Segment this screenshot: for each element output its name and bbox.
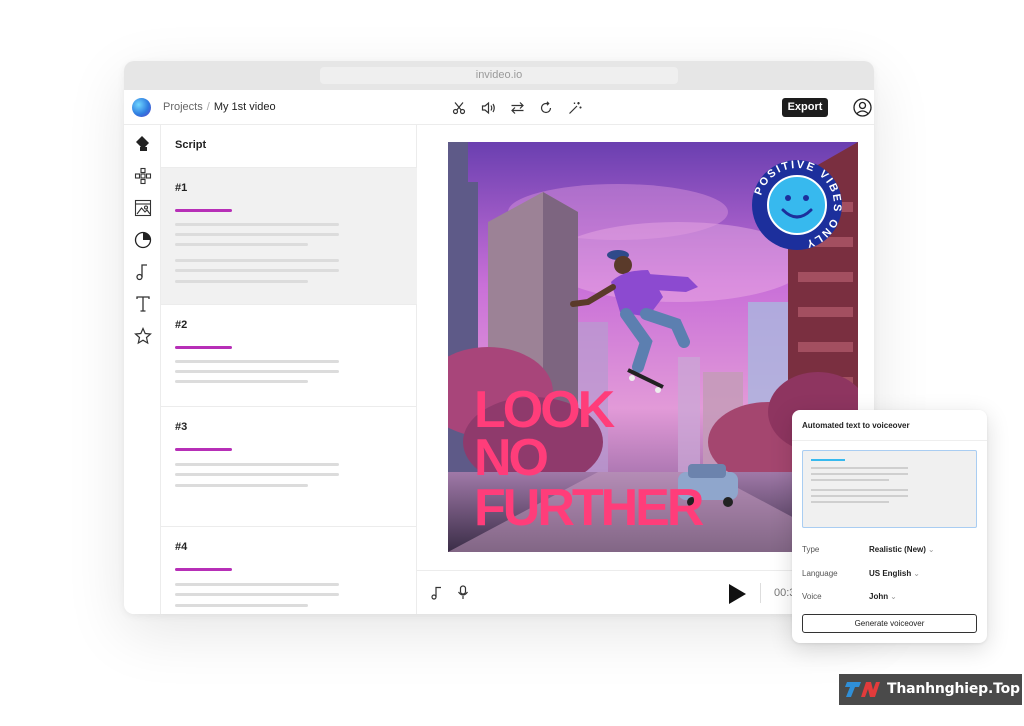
user-icon[interactable] xyxy=(853,98,872,117)
divider xyxy=(760,583,761,603)
speaker-icon[interactable] xyxy=(479,99,497,117)
text-line xyxy=(175,370,339,373)
text-line xyxy=(175,463,339,466)
shapes-icon[interactable] xyxy=(134,167,152,185)
generate-voiceover-button[interactable]: Generate voiceover xyxy=(802,614,977,633)
scene-accent-bar xyxy=(175,209,232,212)
app-header: Projects / My 1st video Export xyxy=(124,90,874,125)
music-icon[interactable] xyxy=(431,586,443,605)
scene-card-2[interactable]: #2 xyxy=(161,304,417,406)
watermark-logo xyxy=(843,679,881,700)
divider xyxy=(792,440,987,441)
chevron-down-icon: ⌄ xyxy=(890,592,897,601)
export-button[interactable]: Export xyxy=(782,98,828,117)
text-line xyxy=(175,269,339,272)
script-panel: Script #1 #2 #3 #4 xyxy=(161,125,417,614)
text-line xyxy=(175,484,308,487)
text-line xyxy=(175,380,308,383)
app-window: invideo.io Projects / My 1st video Export xyxy=(124,61,874,614)
tool-rail xyxy=(124,125,161,614)
scene-card-1[interactable]: #1 xyxy=(161,167,417,304)
media-icon[interactable] xyxy=(134,199,152,217)
text-line xyxy=(175,360,339,363)
scene-card-4[interactable]: #4 xyxy=(161,526,417,614)
watermark: Thanhnghiep.Top xyxy=(839,674,1022,705)
scene-number: #4 xyxy=(175,541,188,553)
language-value: US English xyxy=(869,569,912,578)
scene-accent-bar xyxy=(175,448,232,451)
invideo-logo[interactable] xyxy=(132,98,151,117)
text-line xyxy=(175,280,308,283)
language-select[interactable]: US English ⌄ xyxy=(869,569,920,578)
chevron-down-icon: ⌄ xyxy=(927,545,935,554)
scene-number: #1 xyxy=(175,182,188,194)
scene-number: #2 xyxy=(175,319,188,331)
breadcrumb: Projects / My 1st video xyxy=(163,101,276,113)
scene-card-3[interactable]: #3 xyxy=(161,406,417,526)
breadcrumb-separator: / xyxy=(206,101,210,113)
text-line xyxy=(175,473,339,476)
type-select[interactable]: Realistic (New) ⌄ xyxy=(869,545,935,554)
rotate-icon[interactable] xyxy=(537,99,555,117)
swap-icon[interactable] xyxy=(508,99,526,117)
music-icon[interactable] xyxy=(134,263,152,281)
chevron-down-icon: ⌄ xyxy=(913,569,920,578)
text-line xyxy=(175,259,339,262)
text-line xyxy=(175,223,339,226)
breadcrumb-current: My 1st video xyxy=(213,101,276,113)
breadcrumb-projects[interactable]: Projects xyxy=(163,101,203,113)
text-icon[interactable] xyxy=(134,295,152,313)
text-line xyxy=(811,489,908,491)
type-label: Type xyxy=(802,545,820,554)
voiceover-panel: Automated text to voiceover Type Realist… xyxy=(792,410,987,643)
text-line xyxy=(175,583,339,586)
text-line xyxy=(811,467,908,469)
url-bar[interactable]: invideo.io xyxy=(320,67,678,84)
text-line xyxy=(811,473,908,475)
voice-label: Voice xyxy=(802,592,822,601)
voiceover-text-area[interactable] xyxy=(802,450,977,528)
type-value: Realistic (New) xyxy=(869,545,926,554)
text-line xyxy=(175,604,308,607)
sticker-icon[interactable] xyxy=(134,231,152,249)
text-line xyxy=(811,495,908,497)
browser-bar: invideo.io xyxy=(124,61,874,90)
scissors-icon[interactable] xyxy=(450,99,468,117)
voice-select[interactable]: John ⌄ xyxy=(869,592,897,601)
scene-accent-bar xyxy=(175,568,232,571)
scene-number: #3 xyxy=(175,421,188,433)
scene-accent-bar xyxy=(175,346,232,349)
text-line xyxy=(811,479,889,481)
headline-line-3: FURTHER xyxy=(474,479,704,537)
magic-wand-icon[interactable] xyxy=(566,99,584,117)
voiceover-title: Automated text to voiceover xyxy=(802,421,910,430)
script-title: Script xyxy=(175,139,207,151)
watermark-text: Thanhnghiep.Top xyxy=(887,681,1020,697)
text-line xyxy=(175,233,339,236)
text-accent-line xyxy=(811,459,845,461)
play-icon[interactable] xyxy=(727,583,747,610)
toolbar xyxy=(450,99,584,117)
voice-value: John xyxy=(869,592,889,601)
star-icon[interactable] xyxy=(134,327,152,345)
microphone-icon[interactable] xyxy=(457,585,469,605)
text-line xyxy=(175,593,339,596)
template-icon[interactable] xyxy=(134,135,152,153)
text-line xyxy=(175,243,308,246)
text-line xyxy=(811,501,889,503)
language-label: Language xyxy=(802,569,838,578)
